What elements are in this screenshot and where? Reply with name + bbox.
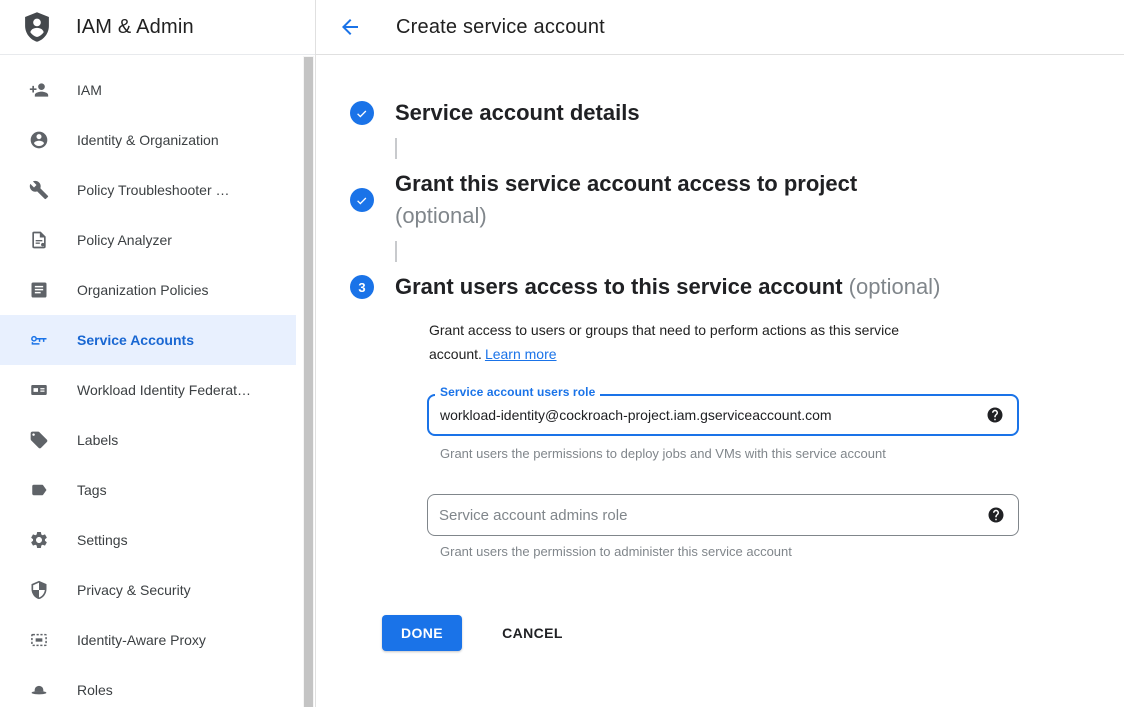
roles-hat-icon: [27, 678, 51, 702]
sidebar-item-iam[interactable]: IAM: [0, 65, 296, 115]
gear-icon: [27, 528, 51, 552]
person-add-icon: [27, 78, 51, 102]
sidebar-item-tags[interactable]: Tags: [0, 465, 296, 515]
users-role-field-label: Service account users role: [435, 385, 600, 399]
users-role-field-wrap: Service account users role: [427, 394, 1019, 436]
sidebar-item-label: Privacy & Security: [77, 582, 191, 598]
sidebar-item-label: Identity-Aware Proxy: [77, 632, 206, 648]
sidebar-item-settings[interactable]: Settings: [0, 515, 296, 565]
sidebar-item-workload-identity-federat[interactable]: Workload Identity Federat…: [0, 365, 296, 415]
sidebar-item-label: Service Accounts: [77, 332, 194, 348]
wizard: Service account details Grant this servi…: [316, 55, 1124, 651]
sidebar-item-label: IAM: [77, 82, 102, 98]
step-2-optional-label: (optional): [395, 200, 857, 232]
step-1-complete-check-icon: [350, 101, 374, 125]
step-2-complete-check-icon: [350, 188, 374, 212]
service-accounts-icon: [27, 328, 51, 352]
label-tag-icon: [27, 428, 51, 452]
actions-row: DONE CANCEL: [382, 615, 1124, 651]
sidebar-item-label: Settings: [77, 532, 128, 548]
sidebar-item-privacy-security[interactable]: Privacy & Security: [0, 565, 296, 615]
sidebar-item-label: Policy Analyzer: [77, 232, 172, 248]
sidebar-item-service-accounts[interactable]: Service Accounts: [0, 315, 296, 365]
step-2: Grant this service account access to pro…: [350, 168, 1124, 232]
page-header: Create service account: [316, 0, 1124, 55]
policy-analyzer-icon: [27, 228, 51, 252]
users-role-helper-text: Grant users the permissions to deploy jo…: [440, 446, 1124, 461]
sidebar-item-labels[interactable]: Labels: [0, 415, 296, 465]
proxy-icon: [27, 628, 51, 652]
service-account-admins-role-input[interactable]: [439, 507, 977, 523]
workload-identity-card-icon: [27, 378, 51, 402]
sidebar-nav: IAM Identity & Organization Policy Trouble…: [0, 55, 315, 715]
back-arrow-icon[interactable]: [338, 15, 362, 39]
cancel-button[interactable]: CANCEL: [494, 617, 571, 649]
step-3-optional-label: (optional): [849, 274, 941, 299]
step-1-title: Service account details: [395, 97, 640, 129]
sidebar-item-policy-troubleshooter[interactable]: Policy Troubleshooter …: [0, 165, 296, 215]
step-3-number-badge: 3: [350, 275, 374, 299]
iam-shield-logo-icon: [20, 10, 54, 44]
help-icon[interactable]: [987, 506, 1005, 524]
sidebar: IAM & Admin IAM Identity & Organization Po…: [0, 0, 316, 707]
sidebar-item-identity-organization[interactable]: Identity & Organization: [0, 115, 296, 165]
sidebar-scrollbar-track: [303, 56, 314, 707]
sidebar-item-label: Roles: [77, 682, 113, 698]
admins-role-field-wrap: [427, 494, 1019, 536]
sidebar-item-organization-policies[interactable]: Organization Policies: [0, 265, 296, 315]
sidebar-scrollbar-thumb[interactable]: [304, 57, 313, 707]
service-account-users-role-field[interactable]: [427, 394, 1019, 436]
wrench-icon: [27, 178, 51, 202]
sidebar-item-label: Organization Policies: [77, 282, 209, 298]
step-3: 3 Grant users access to this service acc…: [350, 271, 1124, 303]
account-circle-icon: [27, 128, 51, 152]
main-panel: Create service account Service account d…: [316, 0, 1124, 707]
sidebar-item-label: Workload Identity Federat…: [77, 382, 251, 398]
step-3-description: Grant access to users or groups that nee…: [429, 318, 987, 366]
done-button[interactable]: DONE: [382, 615, 462, 651]
sidebar-item-policy-analyzer[interactable]: Policy Analyzer: [0, 215, 296, 265]
sidebar-item-label: Tags: [77, 482, 107, 498]
sidebar-header: IAM & Admin: [0, 0, 315, 55]
sidebar-item-identity-aware-proxy[interactable]: Identity-Aware Proxy: [0, 615, 296, 665]
shield-icon: [27, 578, 51, 602]
org-policies-icon: [27, 278, 51, 302]
step-3-title: Grant users access to this service accou…: [395, 274, 843, 299]
page-title: Create service account: [396, 16, 605, 39]
learn-more-link[interactable]: Learn more: [485, 346, 557, 362]
step-2-title: Grant this service account access to pro…: [395, 168, 857, 200]
step-connector: [395, 138, 397, 159]
sidebar-item-label: Labels: [77, 432, 118, 448]
step-connector: [395, 241, 397, 262]
sidebar-item-roles[interactable]: Roles: [0, 665, 296, 715]
sidebar-item-label: Policy Troubleshooter …: [77, 182, 230, 198]
help-icon[interactable]: [986, 406, 1004, 424]
service-account-admins-role-field[interactable]: [427, 494, 1019, 536]
tag-arrow-icon: [27, 478, 51, 502]
sidebar-title: IAM & Admin: [76, 16, 194, 39]
sidebar-item-label: Identity & Organization: [77, 132, 219, 148]
service-account-users-role-input[interactable]: [440, 407, 976, 423]
step-1: Service account details: [350, 97, 1124, 129]
admins-role-helper-text: Grant users the permission to administer…: [440, 544, 1124, 559]
